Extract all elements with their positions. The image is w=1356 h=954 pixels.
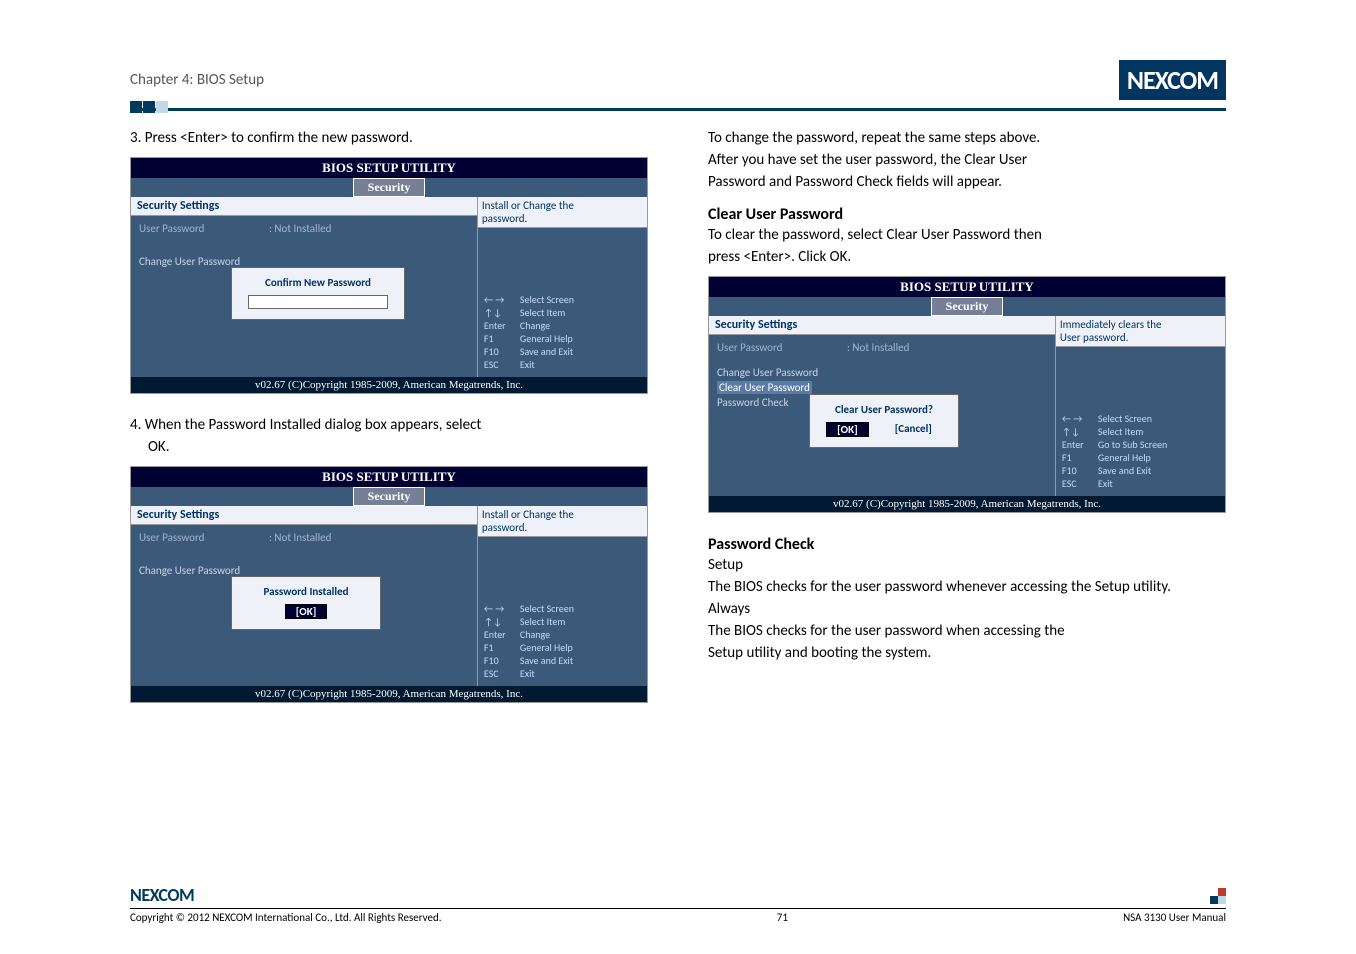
change-pw-text-3: Password and Password Check fields will … [708, 173, 1226, 191]
chapter-label: Chapter 4: BIOS Setup [130, 71, 264, 89]
footer-logo: NEXCOM [130, 884, 194, 906]
bios-screenshot-password-installed: BIOS SETUP UTILITY Security Security Set… [130, 466, 648, 703]
ok-button[interactable]: [OK] [285, 604, 328, 619]
password-installed-dialog: Password Installed [OK] [231, 576, 381, 630]
step-4-text-b: OK. [148, 438, 648, 456]
dialog-title: Confirm New Password [265, 276, 371, 289]
bios-copyright: v02.67 (C)Copyright 1985-2009, American … [709, 496, 1225, 512]
dialog-title: Clear User Password? [835, 403, 933, 416]
user-password-label: User Password [139, 531, 269, 544]
step-4-text: 4. When the Password Installed dialog bo… [130, 416, 648, 434]
bios-nav-keys: ← →Select Screen ↑↓Select Item EnterChan… [484, 293, 641, 371]
bios-nav-keys: ← →Select Screen ↑↓Select Item EnterGo t… [1062, 412, 1219, 490]
page-number: 71 [777, 911, 788, 924]
change-pw-text-1: To change the password, repeat the same … [708, 129, 1226, 147]
cancel-button[interactable]: [Cancel] [885, 422, 942, 437]
confirm-password-dialog: Confirm New Password [231, 267, 405, 320]
clear-user-password-heading: Clear User Password [708, 205, 1226, 224]
bios-nav-keys: ← →Select Screen ↑↓Select Item EnterChan… [484, 602, 641, 680]
user-password-value: : Not Installed [269, 531, 331, 544]
bios-section-title: Security Settings [131, 197, 477, 216]
bios-copyright: v02.67 (C)Copyright 1985-2009, American … [131, 377, 647, 393]
dialog-title: Password Installed [263, 585, 348, 598]
bios-section-title: Security Settings [131, 506, 477, 525]
decorative-squares [130, 101, 169, 113]
bios-copyright: v02.67 (C)Copyright 1985-2009, American … [131, 686, 647, 702]
bios-help-text: Immediately clears theUser password. [1056, 316, 1225, 347]
bios-tab-security: Security [353, 178, 426, 197]
pc-setup-text: The BIOS checks for the user password wh… [708, 578, 1226, 596]
user-password-label: User Password [717, 341, 847, 354]
pc-always-text-1: The BIOS checks for the user password wh… [708, 622, 1226, 640]
logo-text: NEXCOM [1119, 60, 1226, 100]
bios-section-title: Security Settings [709, 316, 1055, 335]
bios-screenshot-confirm-password: BIOS SETUP UTILITY Security Security Set… [130, 157, 648, 394]
ok-button[interactable]: [OK] [826, 422, 869, 437]
pc-always-text-2: Setup utility and booting the system. [708, 644, 1226, 662]
user-password-value: : Not Installed [269, 222, 331, 235]
pc-always-label: Always [708, 600, 1226, 618]
clear-pw-text-1: To clear the password, select Clear User… [708, 226, 1226, 244]
password-input[interactable] [248, 295, 388, 309]
nexcom-logo: NEXCOM [1119, 60, 1226, 100]
bios-help-text: Install or Change thepassword. [478, 197, 647, 228]
clear-user-password-item: Clear User Password [717, 381, 812, 394]
user-password-label: User Password [139, 222, 269, 235]
bios-title: BIOS SETUP UTILITY [131, 158, 647, 178]
clear-password-dialog: Clear User Password? [OK] [Cancel] [809, 394, 959, 448]
bios-title: BIOS SETUP UTILITY [131, 467, 647, 487]
password-check-heading: Password Check [708, 535, 1226, 554]
pc-setup-label: Setup [708, 556, 1226, 574]
footer-copyright: Copyright © 2012 NEXCOM International Co… [130, 911, 442, 924]
change-pw-text-2: After you have set the user password, th… [708, 151, 1226, 169]
bios-help-text: Install or Change thepassword. [478, 506, 647, 537]
clear-pw-text-2: press <Enter>. Click OK. [708, 248, 1226, 266]
user-password-value: : Not Installed [847, 341, 909, 354]
bios-screenshot-clear-password: BIOS SETUP UTILITY Security Security Set… [708, 276, 1226, 513]
change-user-password-item: Change User Password [717, 366, 1047, 379]
bios-tab-security: Security [353, 487, 426, 506]
manual-name: NSA 3130 User Manual [1123, 911, 1226, 924]
bios-tab-security: Security [931, 297, 1004, 316]
bios-title: BIOS SETUP UTILITY [709, 277, 1225, 297]
step-3-text: 3. Press <Enter> to confirm the new pass… [130, 129, 648, 147]
